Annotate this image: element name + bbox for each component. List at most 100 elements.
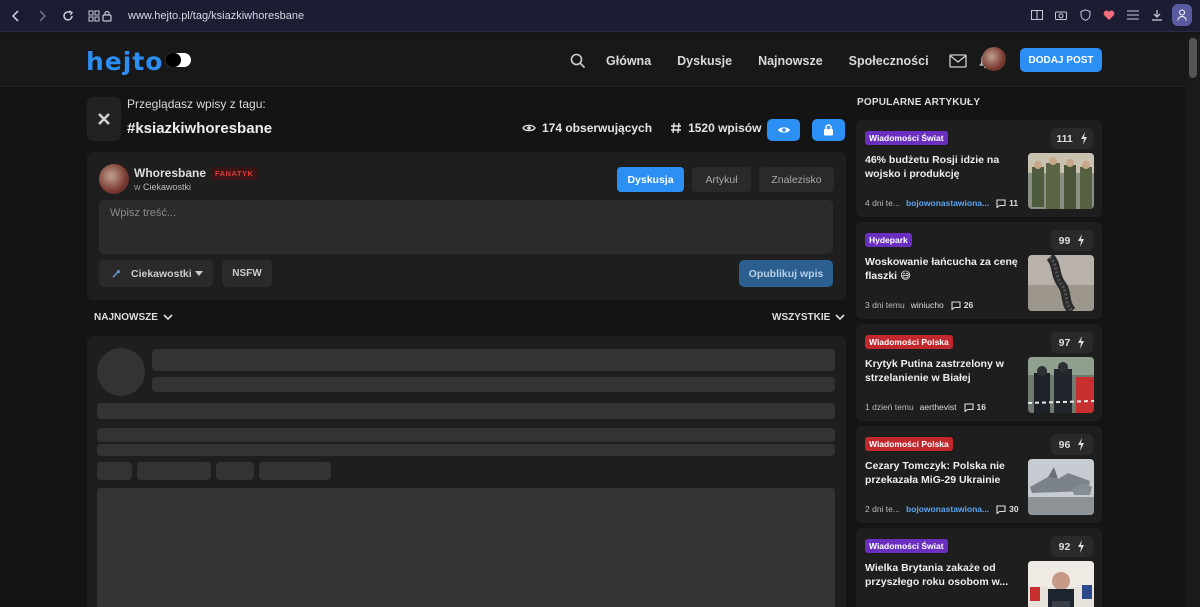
theme-toggle[interactable] bbox=[165, 53, 191, 67]
close-icon bbox=[98, 113, 110, 125]
forward-icon[interactable] bbox=[30, 4, 54, 28]
tab-dyskusja[interactable]: Dyskusja bbox=[617, 167, 684, 192]
composer-username[interactable]: Whoresbane bbox=[134, 166, 206, 180]
article-card[interactable]: Wiadomości Polska 96 Cezary Tomczyk: Pol… bbox=[856, 426, 1102, 523]
article-author[interactable]: bojowonastawiona... bbox=[906, 198, 989, 208]
posts-count: 1520 wpisów bbox=[688, 121, 762, 135]
article-time: 4 dni te... bbox=[865, 198, 900, 208]
article-title[interactable]: Wielka Brytania zakaże od przyszłego rok… bbox=[865, 561, 1023, 589]
scrollbar[interactable] bbox=[1186, 34, 1200, 607]
skeleton-avatar bbox=[97, 348, 145, 396]
article-meta: 3 dni temu winiucho 26 bbox=[865, 300, 1025, 310]
article-time: 2 dni te... bbox=[865, 504, 900, 514]
nav-spolecznosci[interactable]: Społeczności bbox=[849, 54, 929, 68]
nav-glowna[interactable]: Główna bbox=[606, 54, 651, 68]
nav-dyskusje[interactable]: Dyskusje bbox=[677, 54, 732, 68]
community-select[interactable]: Ciekawostki bbox=[99, 260, 213, 287]
article-thumbnail[interactable] bbox=[1028, 255, 1094, 311]
comments-count: 16 bbox=[963, 402, 986, 412]
lock-icon bbox=[102, 10, 116, 22]
category-badge[interactable]: Wiadomości Świat bbox=[865, 539, 948, 553]
comments-value: 26 bbox=[963, 300, 974, 310]
article-card[interactable]: Hydepark 99 Woskowanie łańcucha za cenę … bbox=[856, 222, 1102, 319]
hejto-logo[interactable]: hejto bbox=[86, 47, 163, 76]
category-badge[interactable]: Wiadomości Polska bbox=[865, 335, 953, 349]
article-title[interactable]: 46% budżetu Rosji idzie na wojsko i prod… bbox=[865, 153, 1023, 181]
publish-button[interactable]: Opublikuj wpis bbox=[739, 260, 833, 287]
post-content-input[interactable]: Wpisz treść... bbox=[99, 200, 833, 254]
article-author[interactable]: bojowonastawiona... bbox=[906, 504, 989, 514]
comments-value: 11 bbox=[1009, 198, 1019, 208]
tab-znalezisko[interactable]: Znalezisko bbox=[759, 167, 834, 192]
article-title[interactable]: Cezary Tomczyk: Polska nie przekazała Mi… bbox=[865, 459, 1023, 487]
article-thumbnail[interactable] bbox=[1028, 459, 1094, 515]
article-author[interactable]: winiucho bbox=[911, 300, 944, 310]
comments-count: 30 bbox=[996, 504, 1019, 514]
page: hejto Główna Dyskusje Najnowsze Społeczn… bbox=[0, 34, 1186, 607]
menu-icon[interactable] bbox=[1124, 4, 1142, 26]
back-icon[interactable] bbox=[4, 4, 28, 28]
lock-icon bbox=[824, 124, 833, 136]
score-badge[interactable]: 111 bbox=[1051, 128, 1093, 149]
chevron-down-icon bbox=[194, 271, 203, 276]
article-card[interactable]: Wiadomości Polska 97 Krytyk Putina zastr… bbox=[856, 324, 1102, 421]
reader-icon[interactable] bbox=[1028, 4, 1046, 26]
skeleton-line bbox=[152, 349, 835, 371]
article-thumbnail[interactable] bbox=[1028, 153, 1094, 209]
sort-newest-dropdown[interactable]: NAJNOWSZE bbox=[94, 312, 173, 323]
article-card[interactable]: Wiadomości Świat 92 Wielka Brytania zaka… bbox=[856, 528, 1102, 607]
score-value: 96 bbox=[1058, 438, 1071, 451]
observers-count: 174 obserwujących bbox=[542, 121, 653, 135]
scrollbar-thumb[interactable] bbox=[1189, 38, 1197, 78]
mail-icon[interactable] bbox=[948, 53, 967, 68]
skeleton-chip bbox=[97, 462, 132, 480]
score-badge[interactable]: 96 bbox=[1051, 434, 1093, 455]
article-author[interactable]: aerthevist bbox=[920, 402, 957, 412]
composer-community: w Ciekawostki bbox=[134, 182, 191, 192]
search-icon[interactable] bbox=[570, 53, 586, 69]
article-card[interactable]: Wiadomości Świat 111 46% budżetu Rosji i… bbox=[856, 120, 1102, 217]
article-title[interactable]: Krytyk Putina zastrzelony w strzelanieni… bbox=[865, 357, 1023, 385]
article-thumbnail[interactable] bbox=[1028, 561, 1094, 607]
camera-icon[interactable] bbox=[1052, 4, 1070, 26]
article-title[interactable]: Woskowanie łańcucha za cenę flaszki 😅 bbox=[865, 255, 1023, 283]
skeleton-chip bbox=[137, 462, 211, 480]
category-badge[interactable]: Wiadomości Świat bbox=[865, 131, 948, 145]
avatar[interactable] bbox=[99, 164, 129, 194]
lightning-icon bbox=[1078, 540, 1085, 553]
close-tag-button[interactable] bbox=[87, 97, 121, 141]
filter-all-dropdown[interactable]: WSZYSTKIE bbox=[772, 312, 845, 323]
observe-button[interactable] bbox=[767, 119, 800, 141]
user-avatar[interactable] bbox=[982, 47, 1006, 71]
profile-icon[interactable] bbox=[1172, 4, 1192, 26]
sort-newest-label: NAJNOWSZE bbox=[94, 312, 158, 323]
shield-icon[interactable] bbox=[1076, 4, 1094, 26]
chevron-down-icon bbox=[163, 314, 173, 321]
score-badge[interactable]: 99 bbox=[1051, 230, 1093, 251]
lightning-icon bbox=[1078, 234, 1085, 247]
composer-community-prefix: w bbox=[134, 182, 141, 192]
category-badge[interactable]: Hydepark bbox=[865, 233, 912, 247]
eye-icon bbox=[777, 127, 790, 133]
heart-icon[interactable] bbox=[1100, 4, 1118, 26]
tab-artykul[interactable]: Artykuł bbox=[692, 167, 751, 192]
community-select-label: Ciekawostki bbox=[131, 267, 192, 280]
category-badge[interactable]: Wiadomości Polska bbox=[865, 437, 953, 451]
lightning-icon bbox=[1078, 438, 1085, 451]
article-thumbnail[interactable] bbox=[1028, 357, 1094, 413]
nav-najnowsze[interactable]: Najnowsze bbox=[758, 54, 823, 68]
skeleton-line bbox=[152, 377, 835, 392]
score-badge[interactable]: 92 bbox=[1051, 536, 1093, 557]
score-value: 97 bbox=[1058, 336, 1071, 349]
block-tag-button[interactable] bbox=[812, 119, 845, 141]
nsfw-toggle[interactable]: NSFW bbox=[222, 260, 272, 287]
address-bar[interactable]: www.hejto.pl/tag/ksiazkiwhoresbane bbox=[102, 5, 1038, 27]
add-post-button[interactable]: DODAJ POST bbox=[1020, 48, 1102, 72]
reload-icon[interactable] bbox=[56, 4, 80, 28]
composer-community-name: Ciekawostki bbox=[143, 182, 192, 192]
lightning-icon bbox=[1080, 132, 1087, 145]
observers-stat: 174 obserwujących bbox=[522, 121, 652, 135]
download-icon[interactable] bbox=[1148, 4, 1166, 26]
skeleton-chip bbox=[259, 462, 331, 480]
score-badge[interactable]: 97 bbox=[1051, 332, 1093, 353]
